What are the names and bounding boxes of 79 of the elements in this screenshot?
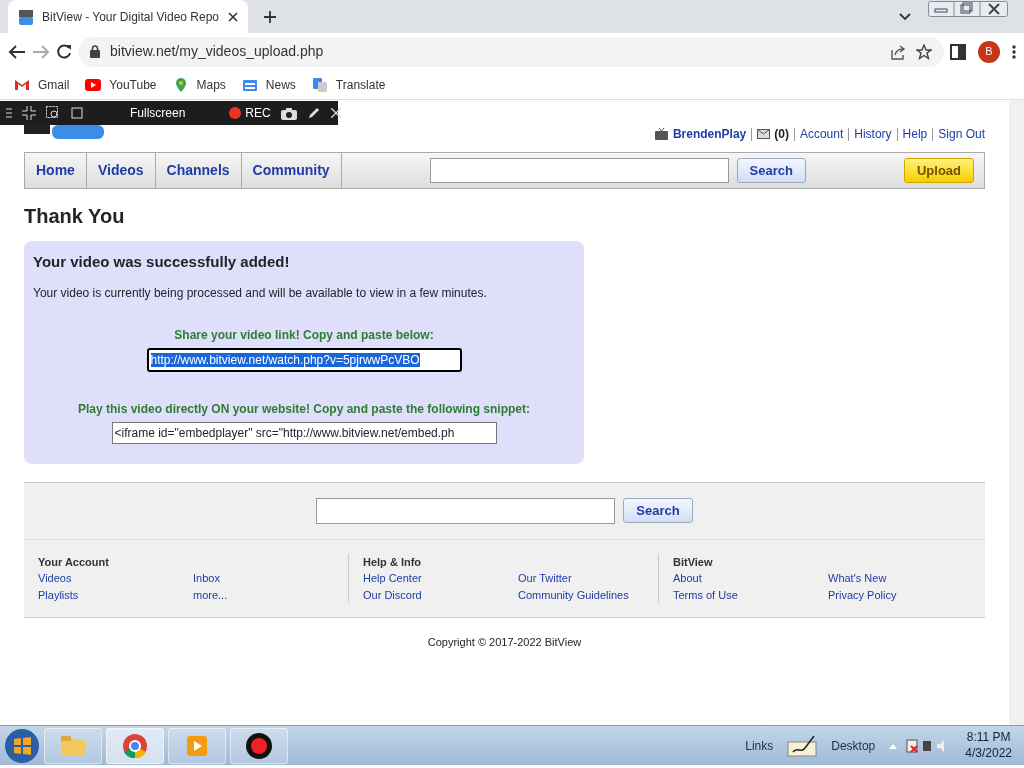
envelope-icon — [757, 129, 771, 139]
username-link[interactable]: BrendenPlay — [672, 125, 747, 143]
bookmark-link[interactable]: Maps — [172, 75, 226, 94]
footer-heading: BitView — [673, 554, 714, 570]
site-favicon — [18, 8, 34, 25]
address-bar[interactable]: bitview.net/my_videos_upload.php — [78, 36, 944, 67]
nav-link[interactable]: Videos — [86, 153, 156, 188]
reload-icon[interactable] — [56, 43, 72, 60]
start-button-icon[interactable] — [4, 727, 40, 764]
bookmark-link[interactable]: Gmail — [14, 75, 70, 94]
search-button[interactable]: Search — [736, 158, 806, 183]
upload-button[interactable]: Upload — [903, 158, 974, 183]
pencil-icon[interactable] — [306, 106, 321, 120]
share-url-field[interactable]: http://www.bitview.net/watch.php?v=5pjrwwPcVBO — [146, 347, 462, 372]
footer-link[interactable]: Privacy Policy — [828, 586, 983, 603]
record-button[interactable]: REC — [229, 104, 271, 122]
new-tab-icon[interactable] — [263, 10, 277, 24]
clock[interactable]: 8:11 PM 4/3/2022 — [965, 729, 1012, 762]
star-icon[interactable] — [916, 43, 932, 60]
bookmark-link[interactable]: YouTube — [85, 75, 157, 94]
nav-link[interactable]: Channels — [155, 153, 242, 188]
footer-link[interactable]: Help Center — [363, 570, 518, 587]
bookmark-link[interactable]: News — [241, 75, 296, 94]
search-field[interactable] — [316, 497, 616, 524]
footer-link[interactable]: Playlists — [38, 586, 193, 603]
share-label: Share your video link! Copy and paste below: — [173, 326, 435, 344]
footer-link[interactable]: Our Twitter — [518, 570, 673, 587]
notice-title: Your video was successfully added! — [33, 252, 291, 272]
mode-label[interactable]: Fullscreen — [130, 104, 186, 122]
footer-link[interactable]: About — [673, 570, 828, 587]
header-link[interactable]: Sign Out — [938, 125, 985, 143]
translate-icon — [311, 76, 328, 93]
menu-icon[interactable] — [1012, 43, 1016, 60]
chevron-icon[interactable] — [899, 13, 911, 21]
search-field[interactable] — [429, 158, 729, 183]
browser-tab[interactable]: BitView - Your Digital Video Repo — [8, 0, 248, 33]
close-icon[interactable] — [228, 11, 238, 22]
signature-icon[interactable] — [787, 733, 818, 758]
tv-icon — [654, 128, 668, 140]
profile-avatar[interactable]: B — [978, 40, 1000, 63]
page-heading: Thank You — [24, 204, 126, 229]
lock-icon — [90, 45, 100, 58]
footer-link[interactable]: Videos — [38, 570, 193, 587]
taskbar-button[interactable] — [230, 727, 288, 764]
nav-link[interactable]: Community — [241, 153, 342, 188]
footer-link[interactable]: Community Guidelines — [518, 586, 673, 603]
region-zoom-icon[interactable] — [46, 106, 60, 120]
nav-link[interactable]: Home — [25, 153, 87, 188]
toolbar-label[interactable]: Links — [745, 736, 774, 755]
header-link[interactable]: History — [854, 125, 892, 143]
tab-title: BitView - Your Digital Video Repo — [42, 8, 220, 26]
camera-icon[interactable] — [280, 106, 297, 120]
header-link[interactable]: Help — [902, 125, 928, 143]
footer-link[interactable]: Inbox — [193, 570, 348, 587]
notice-message: Your video is currently being processed and will be available to view in a few minutes. — [33, 284, 488, 302]
shrink-icon[interactable] — [22, 106, 36, 120]
back-icon[interactable] — [8, 43, 26, 60]
footer-link[interactable]: more... — [193, 586, 348, 603]
bookmark-link[interactable]: Translate — [311, 75, 386, 94]
footer-link[interactable]: What's New — [828, 570, 983, 587]
footer-link[interactable]: Terms of Use — [673, 586, 828, 603]
side-panel-icon[interactable] — [950, 43, 966, 60]
window-controls-icon[interactable] — [928, 1, 1008, 17]
toolbar-label[interactable]: Desktop — [831, 736, 876, 755]
messages-link[interactable]: (0) — [757, 125, 789, 143]
copyright-text: Copyright © 2017-2022 BitView — [426, 635, 583, 650]
search-button[interactable]: Search — [623, 498, 693, 523]
url-text: bitview.net/my_videos_upload.php — [110, 42, 325, 61]
embed-label: Play this video directly ON your website! Copy and paste the following snippet: — [76, 400, 532, 418]
play-icon — [85, 76, 102, 93]
header-link[interactable]: Account — [799, 125, 844, 143]
footer-heading: Your Account — [38, 554, 110, 570]
scrollbar[interactable] — [1009, 100, 1024, 725]
record-icon — [244, 730, 274, 761]
share-icon[interactable] — [890, 43, 906, 60]
footer-heading: Help & Info — [363, 554, 423, 570]
embed-code-field[interactable]: <iframe id="embedplayer" src="http://www.bitview.net/embed.ph — [111, 421, 497, 444]
footer-link[interactable]: Our Discord — [363, 586, 518, 603]
crop-icon[interactable] — [70, 106, 84, 120]
